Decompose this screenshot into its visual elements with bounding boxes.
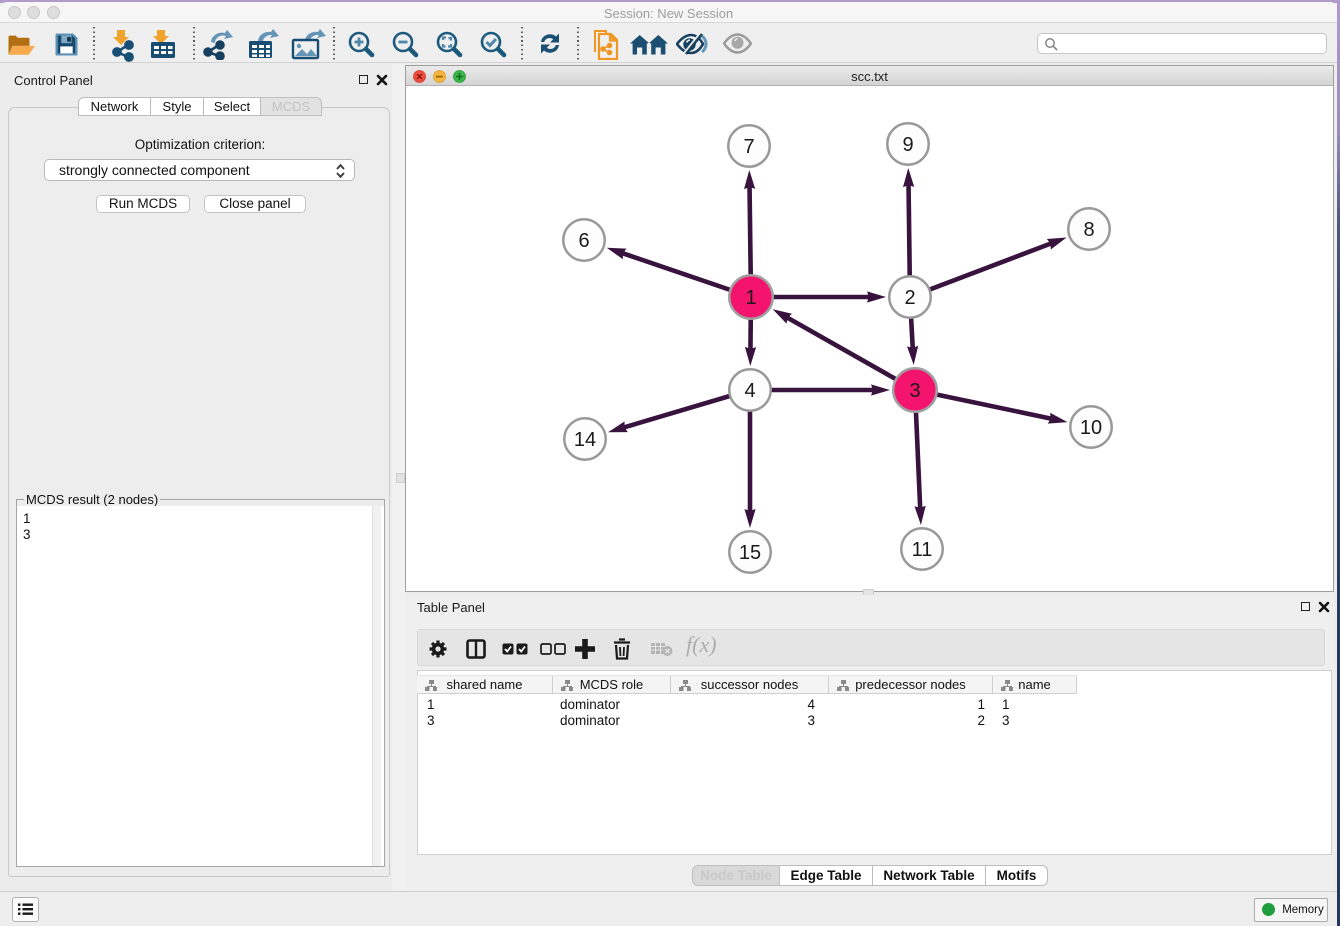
svg-text:8: 8 (1083, 219, 1094, 241)
svg-text:14: 14 (574, 429, 596, 451)
svg-text:9: 9 (902, 134, 913, 156)
svg-text:15: 15 (739, 542, 761, 564)
svg-text:3: 3 (909, 380, 920, 402)
svg-text:11: 11 (912, 539, 933, 561)
svg-text:1: 1 (745, 287, 756, 309)
svg-text:4: 4 (744, 380, 755, 402)
svg-text:10: 10 (1080, 417, 1102, 439)
svg-text:2: 2 (904, 287, 915, 309)
svg-text:6: 6 (578, 230, 589, 252)
svg-text:7: 7 (743, 136, 754, 158)
